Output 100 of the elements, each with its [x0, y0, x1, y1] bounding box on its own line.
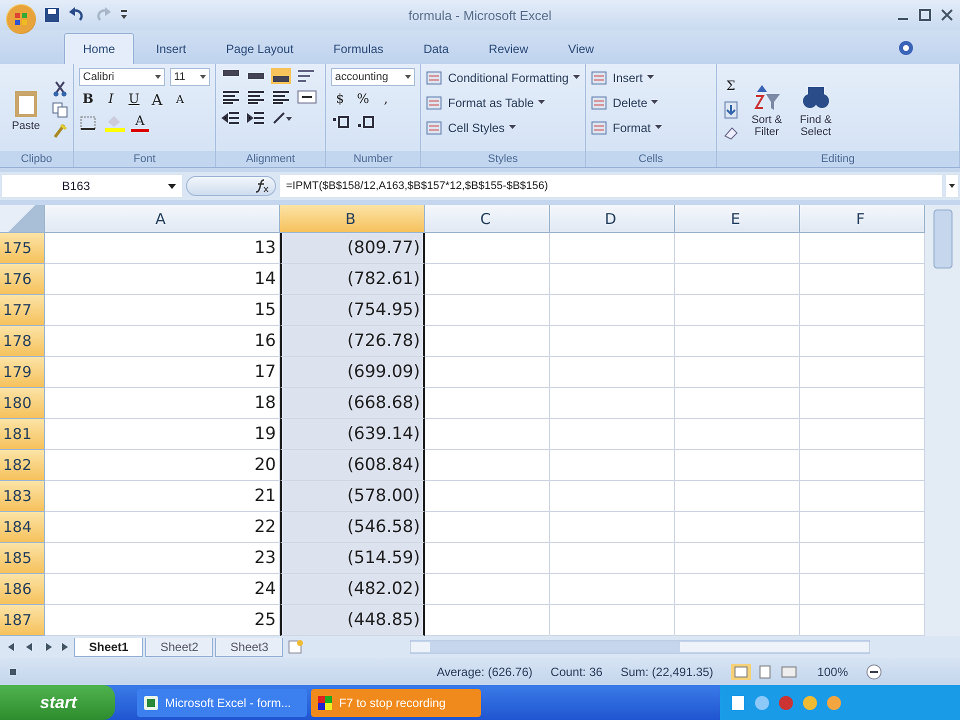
row-header[interactable]: 187 [0, 605, 45, 636]
ribbon-button[interactable]: Conditional Formatting [426, 68, 580, 88]
caret-icon [646, 75, 654, 80]
row-header[interactable]: 177 [0, 295, 45, 326]
expand-icon[interactable] [946, 175, 958, 198]
cut-icon[interactable] [52, 80, 68, 97]
column-header[interactable]: D [550, 205, 675, 234]
align-right-icon[interactable] [271, 88, 291, 105]
sheet-tab[interactable]: Sheet1 [74, 638, 144, 657]
ribbon-tab[interactable]: Insert [138, 34, 204, 64]
paste-button[interactable]: Paste [5, 88, 47, 132]
table-icon [426, 70, 444, 86]
ribbon-tab[interactable]: Review [470, 34, 546, 64]
group-label: Editing [821, 153, 855, 166]
taskbar-button[interactable]: Microsoft Excel - form... [137, 688, 307, 716]
horizontal-scrollbar[interactable] [410, 640, 870, 654]
font-style-button[interactable]: U [125, 90, 143, 109]
ribbon-tab[interactable]: Data [405, 34, 467, 64]
ribbon-tab[interactable]: View [550, 34, 612, 64]
ribbon-button[interactable]: Cell Styles [426, 118, 580, 138]
increase-indent-icon[interactable] [246, 110, 266, 126]
table-cell: (639.14) [280, 419, 425, 450]
find-select-button[interactable]: Find & Select [794, 82, 838, 138]
tray-icon[interactable] [730, 694, 746, 710]
column-header[interactable]: B [280, 205, 425, 234]
group-label: Number [353, 153, 393, 166]
ready-icon [8, 666, 18, 677]
sort-filter-button[interactable]: Sort & Filter [744, 82, 789, 138]
font-name-field[interactable]: Calibri [79, 68, 165, 86]
row-header[interactable]: 180 [0, 388, 45, 420]
sheet-tab[interactable]: Sheet3 [215, 638, 284, 657]
normal-view-icon[interactable] [731, 664, 752, 680]
ribbon-button[interactable]: Format [590, 118, 711, 138]
fill-icon[interactable] [722, 100, 740, 119]
table-icon [426, 94, 444, 111]
undo-icon[interactable] [68, 7, 86, 23]
number-format-button[interactable]: $ [331, 90, 349, 109]
maximize-icon[interactable] [918, 8, 932, 22]
decrease-indent-icon[interactable] [221, 110, 241, 126]
group-label: Styles [488, 153, 518, 166]
align-bottom-icon[interactable] [271, 68, 291, 84]
shrink-font-button[interactable]: A [171, 90, 189, 109]
ribbon-button[interactable]: Format as Table [426, 92, 580, 113]
save-icon[interactable] [44, 7, 60, 23]
column-header[interactable]: E [675, 205, 800, 234]
row-header[interactable]: 181 [0, 419, 45, 450]
align-left-icon[interactable] [221, 88, 241, 105]
center-icon[interactable] [246, 88, 266, 105]
zoom-level[interactable]: 100% [817, 664, 848, 679]
office-button[interactable] [6, 4, 36, 34]
row-header[interactable]: 186 [0, 574, 45, 606]
row-header[interactable]: 183 [0, 481, 45, 512]
table-cell: (608.84) [280, 450, 425, 482]
row-header[interactable]: 179 [0, 357, 45, 388]
group-label: Font [133, 153, 156, 166]
column-header[interactable]: C [425, 205, 550, 234]
row-header[interactable]: 185 [0, 543, 45, 574]
ribbon-tab[interactable]: Home [64, 32, 134, 64]
table-cell: (546.58) [280, 512, 425, 544]
close-icon[interactable] [940, 8, 954, 22]
row-header[interactable]: 176 [0, 264, 45, 296]
formula-field[interactable]: =IPMT($B$158/12,A163,$B$157*12,$B$155-$B$156) [280, 175, 942, 198]
number-format-field[interactable]: accounting [331, 68, 415, 86]
copy-icon[interactable] [52, 102, 68, 118]
help-icon[interactable] [898, 40, 914, 56]
increase-decimal-icon[interactable] [331, 114, 351, 130]
wrap-text-icon[interactable] [296, 68, 316, 84]
decrease-decimal-icon[interactable] [356, 114, 376, 130]
column-header[interactable]: A [45, 205, 280, 234]
column-header[interactable]: F [800, 205, 925, 234]
number-format-button[interactable]: % [354, 90, 372, 109]
autosum-button[interactable]: Σ [722, 78, 740, 96]
ribbon-tab[interactable]: Formulas [315, 34, 402, 64]
row-header[interactable]: 182 [0, 450, 45, 482]
row-header[interactable]: 175 [0, 233, 45, 264]
row-header[interactable]: 184 [0, 512, 45, 544]
name-box[interactable]: B163 [2, 175, 182, 198]
orientation-icon[interactable] [271, 110, 295, 126]
font-color-button[interactable]: A [131, 114, 149, 132]
ribbon-button[interactable]: Delete [590, 92, 711, 113]
ribbon-tab[interactable]: Page Layout [208, 34, 312, 64]
scrollbar-thumb[interactable] [932, 209, 952, 270]
status-count: Count: 36 [550, 664, 603, 679]
font-style-button[interactable]: B [79, 90, 97, 109]
group-label: Alignment [246, 153, 295, 166]
page-break-view-icon[interactable] [779, 664, 800, 680]
grow-font-button[interactable]: A [148, 90, 166, 109]
number-format-button[interactable]: , [377, 90, 395, 109]
font-size-field[interactable]: 11 [170, 68, 210, 86]
sheet-tab[interactable]: Sheet2 [145, 638, 214, 657]
table-cell: (809.77) [280, 233, 425, 264]
zoom-out-icon[interactable] [866, 664, 882, 680]
insert-function-icon[interactable] [255, 179, 269, 194]
fill-color-icon[interactable] [104, 114, 126, 132]
table-cell: (668.68) [280, 388, 425, 420]
row-header[interactable]: 178 [0, 326, 45, 358]
table-icon [426, 120, 444, 136]
ribbon-button[interactable]: Insert [590, 68, 711, 88]
font-style-button[interactable]: I [102, 90, 120, 109]
format-painter-icon[interactable] [52, 122, 68, 139]
